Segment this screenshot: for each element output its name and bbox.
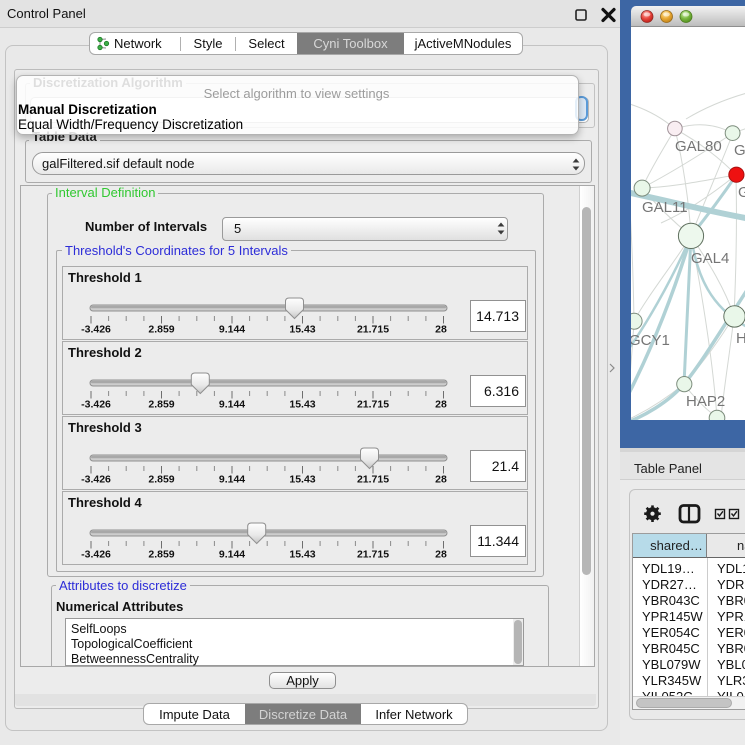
svg-text:GCY1: GCY1	[631, 332, 670, 349]
svg-text:21.715: 21.715	[357, 549, 389, 561]
svg-text:2.859: 2.859	[148, 474, 174, 486]
svg-text:-3.426: -3.426	[81, 549, 111, 561]
svg-text:GAL80: GAL80	[675, 138, 722, 155]
svg-text:-3.426: -3.426	[81, 399, 111, 411]
svg-text:15.43: 15.43	[289, 324, 315, 336]
svg-text:15.43: 15.43	[289, 549, 315, 561]
svg-text:H: H	[736, 330, 745, 347]
svg-text:28: 28	[435, 324, 447, 336]
svg-text:21.715: 21.715	[357, 324, 389, 336]
svg-text:28: 28	[435, 474, 447, 486]
svg-text:28: 28	[435, 399, 447, 411]
svg-text:2.859: 2.859	[148, 324, 174, 336]
svg-text:28: 28	[435, 549, 447, 561]
svg-text:21.715: 21.715	[357, 474, 389, 486]
svg-text:GA: GA	[734, 142, 745, 159]
svg-text:2.859: 2.859	[148, 399, 174, 411]
svg-text:2.859: 2.859	[148, 549, 174, 561]
svg-text:9.144: 9.144	[219, 399, 245, 411]
svg-text:-3.426: -3.426	[81, 324, 111, 336]
svg-text:9.144: 9.144	[219, 324, 245, 336]
svg-text:GAL4: GAL4	[691, 250, 729, 267]
svg-text:9.144: 9.144	[219, 474, 245, 486]
svg-text:GAL11: GAL11	[642, 199, 688, 216]
svg-text:15.43: 15.43	[289, 399, 315, 411]
svg-text:G: G	[738, 184, 745, 201]
svg-text:HAP2: HAP2	[686, 393, 725, 410]
svg-text:21.715: 21.715	[357, 399, 389, 411]
svg-text:9.144: 9.144	[219, 549, 245, 561]
svg-text:15.43: 15.43	[289, 474, 315, 486]
svg-text:-3.426: -3.426	[81, 474, 111, 486]
